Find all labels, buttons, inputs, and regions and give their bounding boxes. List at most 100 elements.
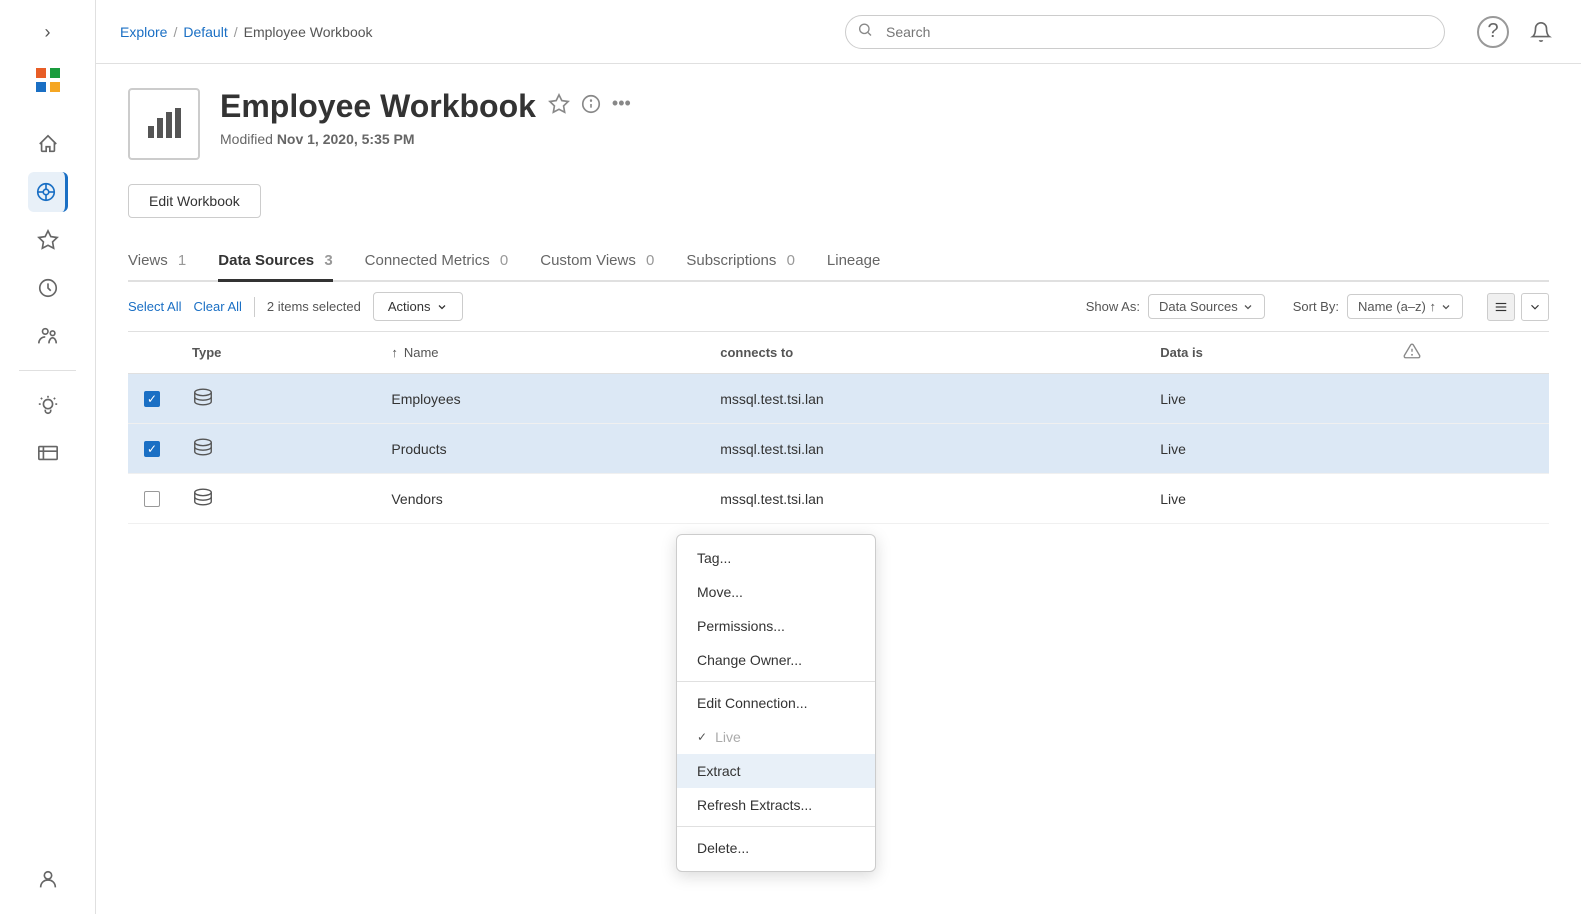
row-checkbox-products[interactable]: ✓ (128, 424, 176, 474)
sidebar-item-explore[interactable] (28, 172, 68, 212)
sort-by-label: Sort By: (1293, 299, 1339, 314)
tab-lineage[interactable]: Lineage (827, 242, 880, 280)
search-icon (857, 21, 873, 42)
sidebar-item-profile[interactable] (28, 860, 68, 900)
show-as-dropdown[interactable]: Data Sources (1148, 294, 1265, 319)
tab-data-sources[interactable]: Data Sources 3 (218, 242, 332, 282)
live-check-icon: ✓ (697, 730, 707, 744)
col-connects-to: connects to (704, 332, 1144, 374)
list-view-icon[interactable] (1487, 293, 1515, 321)
sort-by-dropdown[interactable]: Name (a–z) ↑ (1347, 294, 1463, 319)
row-name-vendors[interactable]: Vendors (375, 474, 704, 524)
workbook-star-icon[interactable] (548, 93, 570, 120)
grid-view-dropdown-icon[interactable] (1521, 293, 1549, 321)
tabs: Views 1 Data Sources 3 Connected Metrics… (128, 242, 1549, 282)
workbook-info: Employee Workbook ••• Modified Nov 1, 20… (220, 88, 631, 147)
table-header-row: Type ↑ Name connects to Data is (128, 332, 1549, 374)
header: Explore / Default / Employee Workbook ? (96, 0, 1581, 64)
main-content: Explore / Default / Employee Workbook ? (96, 0, 1581, 914)
sidebar-item-ideas[interactable] (28, 385, 68, 425)
row-warning-products (1387, 424, 1549, 474)
checkbox-products[interactable]: ✓ (144, 441, 160, 457)
checkbox-employees[interactable]: ✓ (144, 391, 160, 407)
menu-item-refresh-extracts[interactable]: Refresh Extracts... (677, 788, 875, 822)
workbook-title-row: Employee Workbook ••• (220, 88, 631, 125)
breadcrumb-default[interactable]: Default (183, 24, 227, 40)
row-datais-products: Live (1144, 424, 1386, 474)
workbook-modified-date: Nov 1, 2020, 5:35 PM (277, 131, 415, 147)
sidebar-item-recents[interactable] (28, 268, 68, 308)
row-checkbox-employees[interactable]: ✓ (128, 374, 176, 424)
col-name-label: Name (404, 345, 439, 360)
breadcrumb-sep-2: / (234, 24, 238, 40)
menu-item-delete[interactable]: Delete... (677, 831, 875, 865)
menu-divider-1 (677, 681, 875, 682)
checkbox-vendors[interactable] (144, 491, 160, 507)
app-logo (32, 64, 64, 102)
tab-custom-views[interactable]: Custom Views 0 (540, 242, 654, 280)
workbook-title: Employee Workbook (220, 88, 536, 125)
row-name-employees[interactable]: Employees (375, 374, 704, 424)
show-as: Show As: Data Sources (1086, 294, 1265, 319)
tab-connected-metrics[interactable]: Connected Metrics 0 (365, 242, 509, 280)
breadcrumb: Explore / Default / Employee Workbook (120, 24, 373, 40)
col-type: Type (176, 332, 375, 374)
actions-dropdown-menu: Tag... Move... Permissions... Change Own… (676, 534, 876, 872)
menu-item-permissions[interactable]: Permissions... (677, 609, 875, 643)
menu-item-edit-connection[interactable]: Edit Connection... (677, 686, 875, 720)
row-datais-employees: Live (1144, 374, 1386, 424)
edit-workbook-button[interactable]: Edit Workbook (128, 184, 261, 218)
row-connects-products: mssql.test.tsi.lan (704, 424, 1144, 474)
breadcrumb-current: Employee Workbook (244, 24, 373, 40)
tab-subscriptions[interactable]: Subscriptions 0 (686, 242, 795, 280)
workbook-info-icon[interactable] (580, 93, 602, 120)
sidebar-item-collections[interactable] (28, 433, 68, 473)
select-all-button[interactable]: Select All (128, 295, 181, 318)
sidebar-item-favorites[interactable] (28, 220, 68, 260)
content-area: Employee Workbook ••• Modified Nov 1, 20… (96, 64, 1581, 914)
workbook-modified: Modified Nov 1, 2020, 5:35 PM (220, 131, 631, 147)
menu-divider-2 (677, 826, 875, 827)
row-checkbox-vendors[interactable] (128, 474, 176, 524)
notifications-icon[interactable] (1525, 16, 1557, 48)
workbook-more-icon[interactable]: ••• (612, 93, 631, 120)
row-warning-vendors (1387, 474, 1549, 524)
help-icon[interactable]: ? (1477, 16, 1509, 48)
sort-by: Sort By: Name (a–z) ↑ (1293, 294, 1463, 319)
col-warning (1387, 332, 1549, 374)
row-name-products[interactable]: Products (375, 424, 704, 474)
menu-item-change-owner[interactable]: Change Owner... (677, 643, 875, 677)
workbook-action-icons: ••• (548, 93, 631, 120)
workbook-icon (128, 88, 200, 160)
sort-arrow-icon: ↑ (391, 345, 398, 360)
row-type-vendors (176, 474, 375, 524)
row-type-employees (176, 374, 375, 424)
menu-item-extract[interactable]: Extract (677, 754, 875, 788)
table-row: Vendors mssql.test.tsi.lan Live (128, 474, 1549, 524)
col-checkbox (128, 332, 176, 374)
tab-views[interactable]: Views 1 (128, 242, 186, 280)
row-warning-employees (1387, 374, 1549, 424)
table-row: ✓ Employees mssql.test.tsi.lan Live (128, 374, 1549, 424)
toolbar-separator (254, 297, 255, 317)
breadcrumb-explore[interactable]: Explore (120, 24, 167, 40)
header-icons: ? (1477, 16, 1557, 48)
row-connects-vendors: mssql.test.tsi.lan (704, 474, 1144, 524)
search-bar (845, 15, 1445, 49)
row-type-products (176, 424, 375, 474)
search-input[interactable] (845, 15, 1445, 49)
sidebar-toggle[interactable]: › (28, 12, 68, 52)
sidebar-item-home[interactable] (28, 124, 68, 164)
sidebar-item-users[interactable] (28, 316, 68, 356)
col-name[interactable]: ↑ Name (375, 332, 704, 374)
actions-button[interactable]: Actions (373, 292, 464, 321)
row-connects-employees: mssql.test.tsi.lan (704, 374, 1144, 424)
table-toolbar: Select All Clear All 2 items selected Ac… (128, 282, 1549, 332)
col-data-is: Data is (1144, 332, 1386, 374)
clear-all-button[interactable]: Clear All (193, 295, 241, 318)
row-datais-vendors: Live (1144, 474, 1386, 524)
view-icons (1487, 293, 1549, 321)
table-row: ✓ Products mssql.test.tsi.lan Live (128, 424, 1549, 474)
menu-item-move[interactable]: Move... (677, 575, 875, 609)
menu-item-tag[interactable]: Tag... (677, 541, 875, 575)
